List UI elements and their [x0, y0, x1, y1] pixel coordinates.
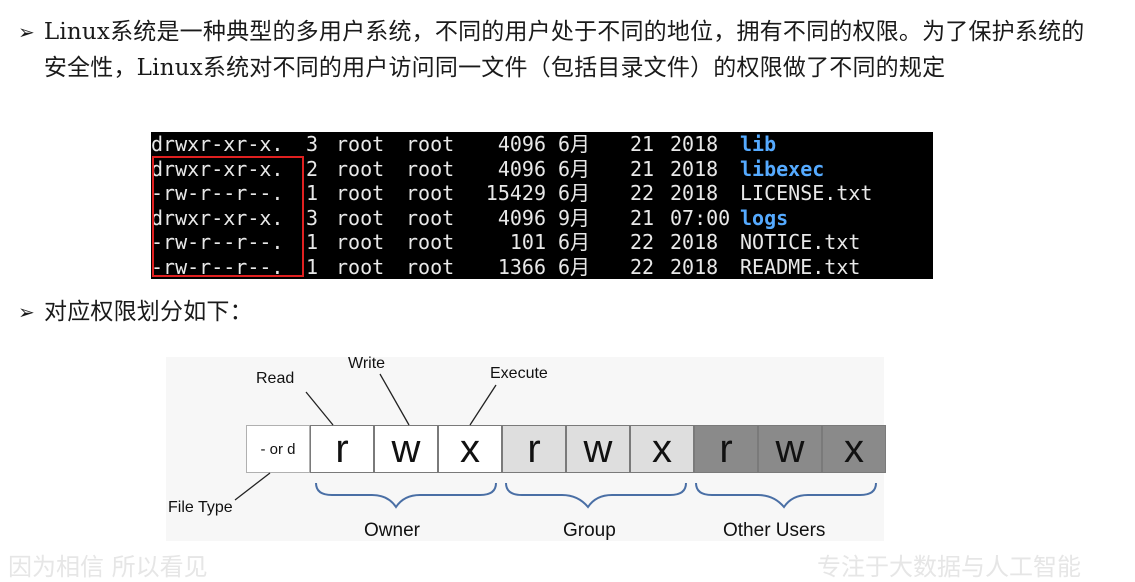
bullet-intro: ➢ Linux系统是一种典型的多用户系统，不同的用户处于不同的地位，拥有不同的权…: [18, 14, 1098, 86]
permission-split-text: 对应权限划分如下：: [44, 299, 253, 325]
ls-links-cell: 2: [306, 156, 319, 181]
ls-perm-cell: drwxr-xr-x.: [151, 132, 284, 156]
permission-highlight-box: [152, 156, 304, 277]
ls-links-cell: 1: [306, 254, 319, 279]
ls-month-cell: 6月: [558, 156, 591, 181]
ls-size-cell: 4096: [497, 205, 546, 230]
ls-links-cell: 3: [306, 205, 319, 230]
ls-owner-cell: root: [336, 156, 385, 181]
ls-owner-cell: root: [336, 181, 385, 206]
ls-group-cell: root: [406, 254, 455, 279]
ls-links-cell: 1: [306, 181, 319, 206]
ls-links-cell: 3: [306, 132, 319, 156]
ls-links-cell: 1: [306, 230, 319, 255]
ls-listing-terminal: drwxr-xr-x. 3 root root 4096 6月 21 2018 lib drwxr…: [151, 132, 933, 279]
file-type-pointer-line: [234, 472, 271, 501]
ls-size-cell: 4096: [497, 156, 546, 181]
other-users-group-label: Other Users: [723, 520, 826, 541]
watermark-right: 专注于大数据与人工智能: [817, 553, 1081, 581]
ls-group-cell: root: [406, 156, 455, 181]
ls-name-cell: libexec: [740, 156, 825, 181]
ls-time-cell: 2018: [670, 156, 719, 181]
ls-month-cell: 6月: [558, 230, 591, 255]
ls-day-cell: 21: [630, 132, 655, 156]
ls-owner-cell: root: [336, 230, 385, 255]
diagram-lines: [234, 373, 877, 509]
ls-day-cell: 22: [630, 254, 655, 279]
group-group-label: Group: [563, 520, 616, 541]
watermark-left: 因为相信 所以看见: [8, 553, 208, 581]
ls-size-cell: 1366: [497, 254, 546, 279]
ls-month-cell: 6月: [558, 254, 591, 279]
permission-diagram: - or d rwxrwxrwx Read Write Execute File…: [166, 355, 886, 541]
bullet-permission-split: ➢ 对应权限划分如下：: [18, 294, 253, 330]
ls-day-cell: 21: [630, 205, 655, 230]
ls-time-cell: 07:00: [670, 205, 731, 230]
ls-name-cell: logs: [740, 205, 789, 230]
ls-size-cell: 15429: [485, 181, 546, 206]
ls-owner-cell: root: [336, 132, 385, 156]
ls-time-cell: 2018: [670, 230, 719, 255]
ls-name-cell: LICENSE.txt: [740, 181, 873, 206]
ls-month-cell: 6月: [558, 132, 591, 156]
ls-row: drwxr-xr-x. 3 root root 4096 6月 21 2018 lib: [151, 132, 933, 157]
ls-group-cell: root: [406, 230, 455, 255]
ls-group-cell: root: [406, 132, 455, 156]
ls-month-cell: 6月: [558, 181, 591, 206]
group-brace: [505, 482, 687, 509]
ls-size-cell: 101: [509, 230, 546, 255]
ls-owner-cell: root: [336, 254, 385, 279]
ls-time-cell: 2018: [670, 181, 719, 206]
ls-group-cell: root: [406, 181, 455, 206]
ls-owner-cell: root: [336, 205, 385, 230]
ls-name-cell: README.txt: [740, 254, 861, 279]
ls-time-cell: 2018: [670, 254, 719, 279]
ls-size-cell: 4096: [497, 132, 546, 156]
read-pointer-line: [305, 391, 334, 426]
write-pointer-line: [379, 373, 410, 426]
ls-day-cell: 22: [630, 181, 655, 206]
ls-day-cell: 22: [630, 230, 655, 255]
ls-group-cell: root: [406, 205, 455, 230]
other-brace: [695, 482, 877, 509]
bullet-arrow-icon: ➢: [18, 20, 35, 44]
ls-name-cell: lib: [740, 132, 777, 156]
intro-paragraph: Linux系统是一种典型的多用户系统，不同的用户处于不同的地位，拥有不同的权限。…: [43, 19, 1085, 81]
owner-group-label: Owner: [364, 520, 420, 541]
ls-time-cell: 2018: [670, 132, 719, 156]
ls-month-cell: 9月: [558, 205, 591, 230]
bullet-arrow-icon: ➢: [18, 300, 35, 324]
ls-day-cell: 21: [630, 156, 655, 181]
ls-name-cell: NOTICE.txt: [740, 230, 861, 255]
owner-brace: [315, 482, 497, 509]
execute-pointer-line: [469, 384, 497, 426]
